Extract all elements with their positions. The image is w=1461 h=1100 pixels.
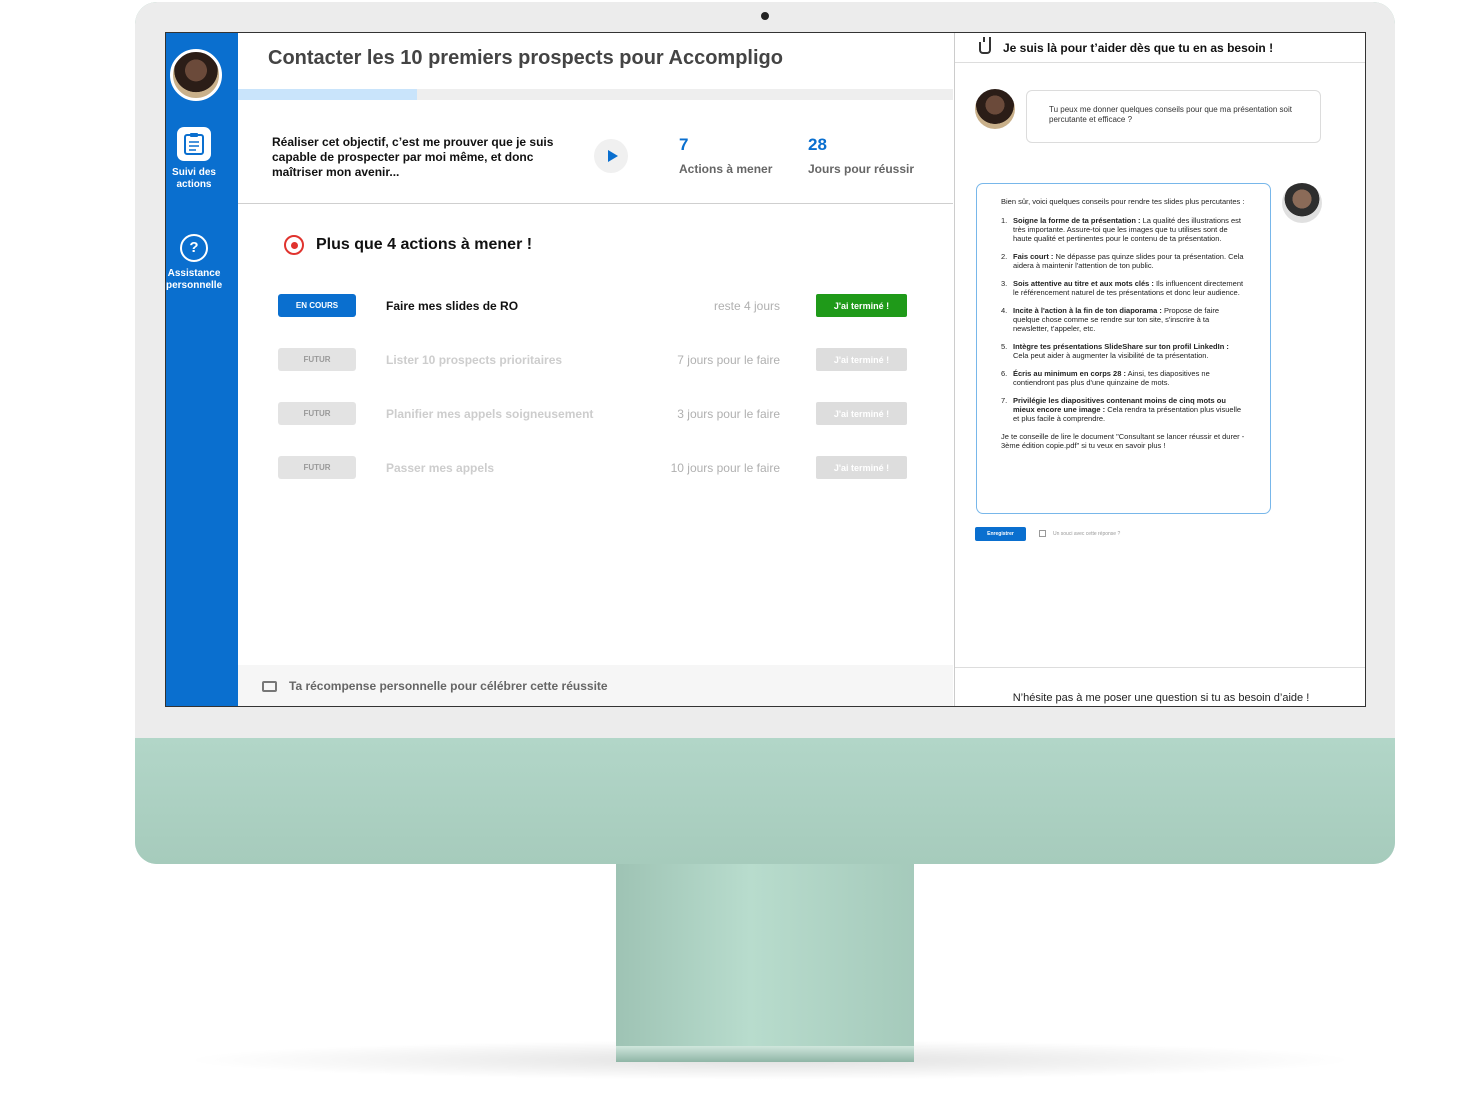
- task-deadline: reste 4 jours: [713, 299, 780, 313]
- actions-heading: Plus que 4 actions à mener !: [284, 235, 532, 255]
- user-avatar[interactable]: [170, 49, 222, 101]
- user-message: Tu peux me donner quelques conseils pour…: [1026, 90, 1321, 143]
- actions-label: Actions à mener: [679, 162, 773, 176]
- reward-label: Ta récompense personnelle pour célébrer …: [289, 679, 608, 693]
- tip-item: 5. Intègre tes présentations SlideShare s…: [1001, 342, 1229, 360]
- sidebar-item-suivi-actions[interactable]: Suivi des actions: [166, 127, 222, 191]
- assistant-panel: Je suis là pour t’aider dès que tu en as…: [954, 33, 1365, 706]
- status-badge: EN COURS: [278, 294, 356, 317]
- task-title[interactable]: Faire mes slides de RO: [386, 299, 518, 313]
- task-deadline: 7 jours pour le faire: [677, 353, 780, 367]
- actions-stat: 7 Actions à mener: [679, 135, 772, 176]
- app-screen: Suivi des actions ? Assistance personnel…: [165, 32, 1366, 707]
- feedback-link[interactable]: Un souci avec cette réponse ?: [1039, 530, 1120, 537]
- sidebar: Suivi des actions ? Assistance personnel…: [166, 33, 238, 706]
- help-icon: ?: [180, 234, 208, 262]
- task-title[interactable]: Passer mes appels: [386, 461, 494, 475]
- action-row: FUTUR Planifier mes appels soigneusement…: [278, 402, 908, 426]
- play-icon: [607, 150, 618, 162]
- sidebar-item-label: Assistance personnelle: [166, 268, 223, 291]
- main-panel: Contacter les 10 premiers prospects pour…: [238, 33, 953, 706]
- days-count: 28: [808, 135, 827, 154]
- sidebar-item-label: Suivi des actions: [172, 167, 216, 190]
- feedback-icon: [1039, 530, 1046, 537]
- days-label: Jours pour réussir: [808, 162, 915, 176]
- action-row: FUTUR Lister 10 prospects prioritaires 7…: [278, 348, 908, 372]
- tip-item: 2. Fais court : Ne dépasse pas quinze sli…: [1001, 252, 1244, 270]
- target-icon: [284, 235, 304, 255]
- done-button[interactable]: J'ai terminé !: [816, 402, 907, 425]
- feedback-label: Un souci avec cette réponse ?: [1053, 530, 1121, 537]
- goal-progress-fill: [238, 89, 417, 100]
- assistant-avatar: [1282, 183, 1322, 223]
- task-deadline: 10 jours pour le faire: [670, 461, 780, 475]
- assistant-header: Je suis là pour t’aider dès que tu en as…: [955, 33, 1365, 63]
- assistant-message: Bien sûr, voici quelques conseils pour r…: [976, 183, 1271, 514]
- page-title: Contacter les 10 premiers prospects pour…: [268, 47, 783, 69]
- answer-outro: Je te conseille de lire le document "Con…: [1001, 432, 1245, 450]
- imac-mockup: Suivi des actions ? Assistance personnel…: [0, 0, 1461, 1100]
- gift-icon: [262, 680, 277, 692]
- flask-icon: [979, 36, 991, 54]
- task-title[interactable]: Lister 10 prospects prioritaires: [386, 353, 562, 367]
- objective-text: Réaliser cet objectif, c’est me prouver …: [272, 135, 554, 179]
- monitor-stand: [616, 864, 914, 1050]
- goal-progress-bar: [238, 89, 953, 100]
- done-button[interactable]: J'ai terminé !: [816, 294, 907, 317]
- user-message-avatar: [975, 89, 1015, 129]
- section-divider: [238, 203, 953, 204]
- action-row: FUTUR Passer mes appels 10 jours pour le…: [278, 456, 908, 480]
- monitor-stand-foot: [616, 1046, 914, 1062]
- reward-bar[interactable]: Ta récompense personnelle pour célébrer …: [238, 665, 953, 706]
- days-stat: 28 Jours pour réussir: [808, 135, 914, 176]
- camera: [761, 12, 769, 20]
- done-button[interactable]: J'ai terminé !: [816, 348, 907, 371]
- done-button[interactable]: J'ai terminé !: [816, 456, 907, 479]
- answer-intro: Bien sûr, voici quelques conseils pour r…: [1001, 197, 1245, 206]
- play-button[interactable]: [594, 139, 628, 173]
- save-button[interactable]: Enregistrer: [975, 527, 1026, 541]
- question-prompt[interactable]: N’hésite pas à me poser une question si …: [955, 692, 1365, 704]
- tip-item: 1. Soigne la forme de ta présentation : L…: [1001, 216, 1242, 243]
- sidebar-item-assistance[interactable]: ? Assistance personnelle: [166, 234, 222, 292]
- tip-item: 4. Incite à l'action à la fin de ton diap…: [1001, 306, 1220, 333]
- monitor-chin: [135, 738, 1395, 864]
- actions-heading-text: Plus que 4 actions à mener !: [316, 236, 533, 253]
- action-row: EN COURS Faire mes slides de RO reste 4 …: [278, 294, 908, 318]
- status-badge: FUTUR: [278, 348, 356, 371]
- tip-item: 6. Écris au minimum en corps 28 : Ainsi, …: [1001, 369, 1210, 387]
- assistant-header-text: Je suis là pour t’aider dès que tu en as…: [1003, 40, 1274, 55]
- tip-item: 7. Privilégie les diapositives contenant …: [1001, 396, 1242, 423]
- status-badge: FUTUR: [278, 456, 356, 479]
- status-badge: FUTUR: [278, 402, 356, 425]
- reward-content: Ta récompense personnelle pour célébrer …: [262, 679, 608, 693]
- task-title[interactable]: Planifier mes appels soigneusement: [386, 407, 593, 421]
- assistant-divider: [955, 667, 1365, 668]
- clipboard-icon: [177, 127, 211, 161]
- tip-item: 3. Sois attentive au titre et aux mots cl…: [1001, 279, 1244, 297]
- task-deadline: 3 jours pour le faire: [677, 407, 780, 421]
- actions-count: 7: [679, 135, 689, 154]
